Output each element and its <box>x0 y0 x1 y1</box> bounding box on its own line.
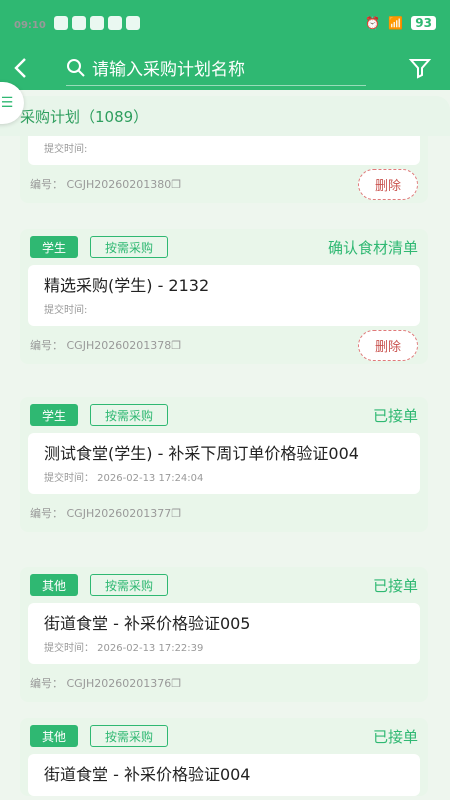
plan-card[interactable]: 提交时间: 编号： CGJH20260201380 ❐ 删除 <box>20 136 428 203</box>
section-title: 采购计划（1089） <box>20 107 149 126</box>
purchase-type-tag: 按需采购 <box>90 725 169 747</box>
copy-icon[interactable]: ❐ <box>171 178 181 191</box>
submit-time: 提交时间: <box>44 305 88 316</box>
search-icon <box>67 58 85 77</box>
plan-card[interactable]: 其他 按需采购 已接单 街道食堂 - 补采价格验证005 提交时间： 2026-… <box>20 567 428 702</box>
notification-icons <box>53 16 140 30</box>
purchase-type-tag: 按需采购 <box>90 236 169 258</box>
filter-icon <box>408 59 432 79</box>
purchase-type-tag: 按需采购 <box>90 574 169 596</box>
notification-icon <box>71 16 86 30</box>
plan-title: 测试食堂(学生) - 补采下周订单价格验证004 <box>44 444 359 463</box>
purchase-type-tag: 按需采购 <box>90 404 169 426</box>
notification-icon <box>107 16 122 30</box>
plan-code-row: 编号： CGJH20260201378 ❐ 删除 <box>20 326 428 364</box>
battery-icon: 93 <box>411 16 436 30</box>
order-status: 已接单 <box>372 576 418 595</box>
copy-icon[interactable]: ❐ <box>171 507 181 520</box>
delete-button[interactable]: 删除 <box>357 329 418 361</box>
category-tag: 其他 <box>30 574 79 596</box>
menu-icon: ☰ <box>0 95 14 111</box>
submit-time: 提交时间： 2026-02-13 17:22:39 <box>44 643 204 654</box>
plan-code: 编号： CGJH20260201380 <box>30 178 172 191</box>
plan-title: 精选采购(学生) - 2132 <box>44 276 210 295</box>
plan-title: 街道食堂 - 补采价格验证005 <box>44 614 251 633</box>
order-status: 已接单 <box>372 406 418 425</box>
category-tag: 学生 <box>30 404 79 426</box>
plan-card[interactable]: 学生 按需采购 确认食材清单 精选采购(学生) - 2132 提交时间: 编号：… <box>20 229 428 364</box>
status-bar: 09:10 ⏰ 📶 93 <box>0 0 450 46</box>
copy-icon[interactable]: ❐ <box>171 339 181 352</box>
notification-icon <box>89 16 104 30</box>
system-icons: ⏰ 📶 93 <box>365 16 436 30</box>
submit-time: 提交时间: <box>44 144 88 155</box>
copy-icon[interactable]: ❐ <box>171 677 181 690</box>
chevron-left-icon <box>14 58 26 78</box>
plan-code-row: 编号： CGJH20260201377 ❐ <box>20 494 428 532</box>
plan-code: 编号： CGJH20260201377 <box>30 507 172 520</box>
plan-code-row: 编号： CGJH20260201380 ❐ 删除 <box>20 165 428 203</box>
plan-code-row: 编号： CGJH20260201376 ❐ <box>20 664 428 702</box>
notification-icon <box>53 16 68 30</box>
category-tag: 学生 <box>30 236 79 258</box>
top-bar: 请输入采购计划名称 <box>0 46 450 90</box>
order-status: 已接单 <box>372 727 418 746</box>
plan-code: 编号： CGJH20260201376 <box>30 677 172 690</box>
order-status: 确认食材清单 <box>327 238 418 257</box>
section-header: 采购计划（1089） <box>0 96 450 136</box>
plan-code: 编号： CGJH20260201378 <box>30 339 172 352</box>
plan-list: 提交时间: 编号： CGJH20260201380 ❐ 删除 学生 按需采购 确… <box>0 136 450 800</box>
clock: 09:10 <box>14 19 46 31</box>
search-input[interactable]: 请输入采购计划名称 <box>66 50 366 86</box>
filter-button[interactable] <box>408 56 432 84</box>
plan-card[interactable]: 其他 按需采购 已接单 街道食堂 - 补采价格验证004 <box>20 718 428 796</box>
category-tag: 其他 <box>30 725 79 747</box>
plan-title: 街道食堂 - 补采价格验证004 <box>44 765 251 784</box>
search-placeholder: 请输入采购计划名称 <box>92 60 245 80</box>
submit-time: 提交时间： 2026-02-13 17:24:04 <box>44 473 204 484</box>
notification-icon <box>125 16 140 30</box>
alarm-icon: ⏰ <box>365 16 381 30</box>
plan-card[interactable]: 学生 按需采购 已接单 测试食堂(学生) - 补采下周订单价格验证004 提交时… <box>20 397 428 532</box>
wifi-icon: 📶 <box>388 16 404 30</box>
delete-button[interactable]: 删除 <box>357 168 418 200</box>
